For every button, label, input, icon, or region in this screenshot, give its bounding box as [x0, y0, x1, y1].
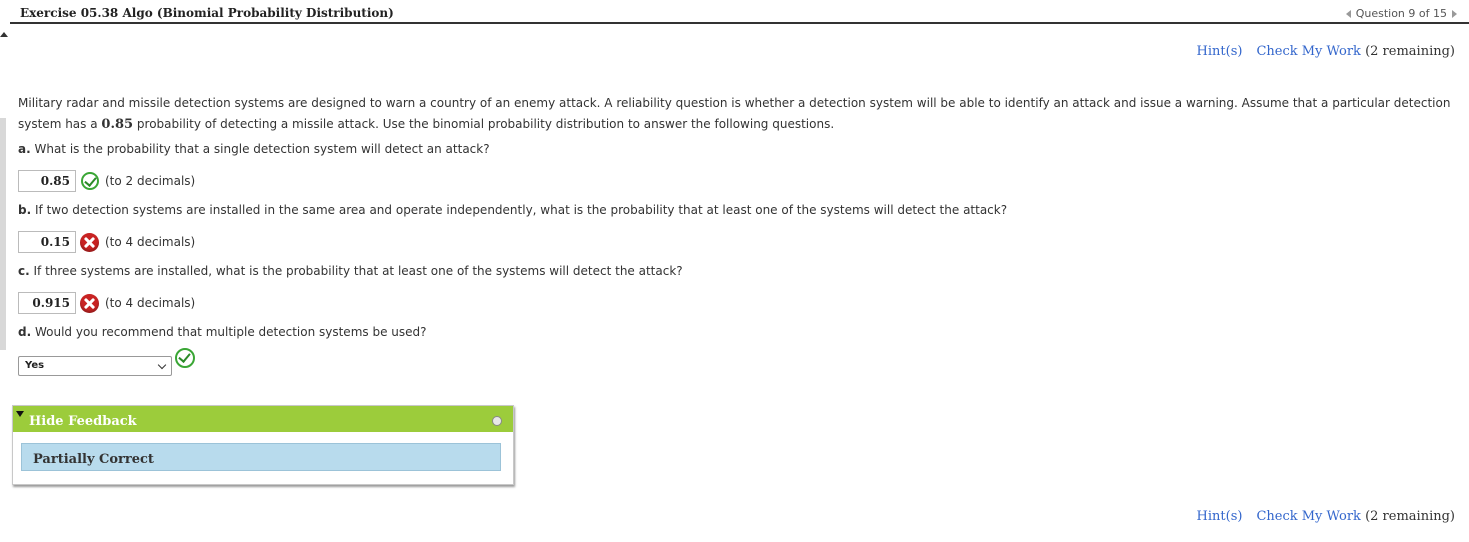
chevron-down-icon — [157, 360, 167, 370]
question-d-text: Would you recommend that multiple detect… — [34, 325, 427, 339]
collapse-arrow-icon[interactable] — [16, 411, 24, 417]
remaining-count-top: (2 remaining) — [1365, 44, 1455, 59]
feedback-status-box: Partially Correct — [21, 443, 501, 471]
problem-line-2-post: probability of detecting a missile attac… — [136, 117, 835, 131]
check-my-work-link-bottom[interactable]: Check My Work — [1256, 509, 1361, 524]
question-b: b. If two detection systems are installe… — [18, 203, 1007, 217]
precision-hint-a: (to 2 decimals) — [105, 174, 196, 188]
question-c-text: If three systems are installed, what is … — [33, 264, 683, 278]
previous-question-icon[interactable] — [1345, 9, 1351, 18]
problem-statement: Military radar and missile detection sys… — [18, 93, 1463, 135]
question-c-letter: c. — [18, 264, 30, 278]
incorrect-x-icon — [80, 293, 99, 313]
question-c: c. If three systems are installed, what … — [18, 264, 683, 278]
top-action-links: Hint(s) Check My Work (2 remaining) — [1197, 44, 1455, 59]
hide-feedback-toggle[interactable]: Hide Feedback — [29, 414, 137, 429]
question-navigation: Question 9 of 15 — [1345, 7, 1457, 20]
question-a: a. What is the probability that a single… — [18, 142, 490, 156]
answer-input-b[interactable]: 0.15 — [18, 231, 76, 253]
left-scroll-bar — [0, 118, 6, 350]
left-up-arrow-icon — [0, 32, 8, 37]
question-a-text: What is the probability that a single de… — [34, 142, 490, 156]
remaining-count-bottom: (2 remaining) — [1365, 509, 1455, 524]
correct-check-icon — [175, 348, 195, 368]
answer-select-d-value: Yes — [25, 360, 45, 371]
question-a-letter: a. — [18, 142, 31, 156]
correct-check-icon — [81, 172, 99, 190]
answer-row-c: 0.915 (to 4 decimals) — [18, 292, 195, 314]
exercise-header: Exercise 05.38 Algo (Binomial Probabilit… — [10, 0, 1469, 24]
answer-d-status — [175, 348, 195, 368]
pin-icon[interactable] — [492, 416, 502, 426]
answer-row-a: 0.85 (to 2 decimals) — [18, 170, 195, 192]
bottom-action-links: Hint(s) Check My Work (2 remaining) — [1197, 509, 1455, 524]
problem-line-1: Military radar and missile detection sys… — [18, 96, 1451, 110]
question-d-letter: d. — [18, 325, 32, 339]
problem-line-2-pre: system has a — [18, 117, 98, 131]
answer-select-d[interactable]: Yes — [18, 356, 172, 376]
precision-hint-b: (to 4 decimals) — [105, 235, 196, 249]
hints-link-top[interactable]: Hint(s) — [1197, 44, 1243, 59]
problem-line-2: system has a 0.85 probability of detecti… — [18, 114, 1463, 135]
next-question-icon[interactable] — [1452, 9, 1457, 18]
answer-input-a[interactable]: 0.85 — [18, 170, 76, 192]
hints-link-bottom[interactable]: Hint(s) — [1197, 509, 1243, 524]
question-counter: Question 9 of 15 — [1355, 7, 1447, 20]
exercise-title: Exercise 05.38 Algo (Binomial Probabilit… — [20, 6, 394, 20]
question-d: d. Would you recommend that multiple det… — [18, 325, 427, 339]
answer-input-c[interactable]: 0.915 — [18, 292, 76, 314]
question-b-text: If two detection systems are installed i… — [34, 203, 1008, 217]
detection-probability-value: 0.85 — [101, 117, 134, 132]
incorrect-x-icon — [80, 232, 99, 252]
answer-row-b: 0.15 (to 4 decimals) — [18, 231, 195, 253]
feedback-panel: Hide Feedback Partially Correct — [12, 405, 514, 485]
feedback-status: Partially Correct — [33, 452, 154, 467]
feedback-header[interactable]: Hide Feedback — [13, 406, 513, 432]
question-b-letter: b. — [18, 203, 32, 217]
precision-hint-c: (to 4 decimals) — [105, 296, 196, 310]
check-my-work-link-top[interactable]: Check My Work — [1256, 44, 1361, 59]
